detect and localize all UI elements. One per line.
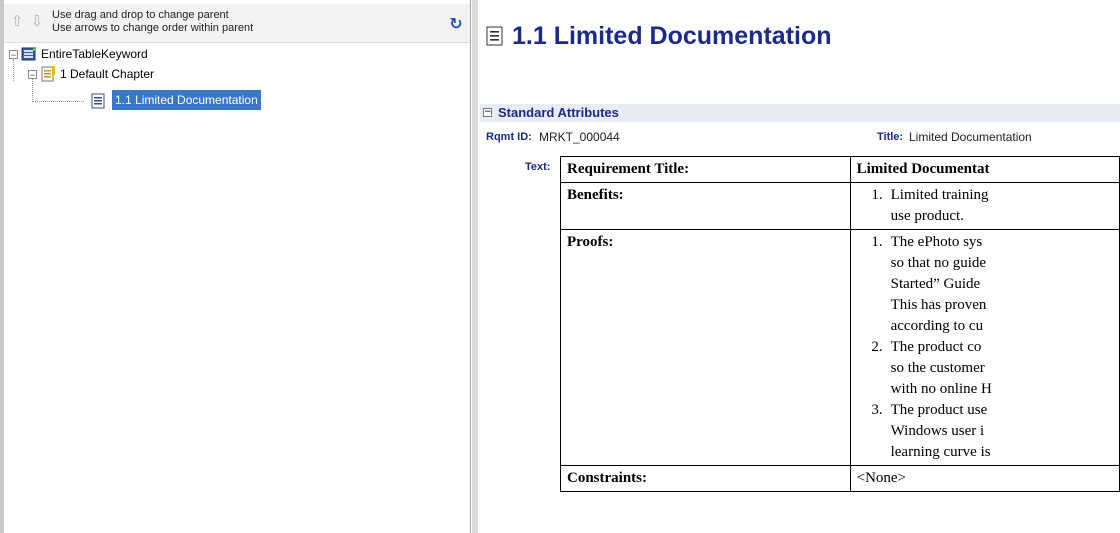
list-item-number: 1. (871, 234, 883, 250)
title-value: Limited Documentation (909, 130, 1032, 144)
table-cell-value: 1. Limited training use product. (849, 182, 1120, 230)
table-row: Requirement Title: Limited Documentat (560, 156, 1120, 183)
list-item: 3. The product use Windows user i learni… (857, 400, 1113, 463)
collapse-chapter-toggle[interactable]: − (28, 70, 37, 80)
list-item-number: 1. (871, 187, 883, 203)
list-item: 1. The ePhoto sys so that no guide Start… (857, 232, 1113, 337)
list-item-line: according to cu (890, 318, 984, 334)
tree-node-requirement-label: 1.1 Limited Documentation (112, 90, 261, 110)
page-title: 1.1 Limited Documentation (486, 22, 831, 51)
move-up-button[interactable]: ⇧ (8, 12, 26, 30)
chapter-icon (40, 66, 56, 82)
list-item-number: 3. (871, 402, 883, 418)
tree-node-chapter-label: 1 Default Chapter (60, 67, 155, 81)
rqmt-id-label: Rqmt ID: (486, 131, 532, 143)
table-keyword-icon (21, 46, 37, 62)
page-title-text: 1.1 Limited Documentation (512, 22, 832, 50)
list-item-line: Limited training (890, 187, 989, 203)
tree-node-chapter[interactable]: − 1 Default Chapter (4, 64, 304, 84)
document-pane: 1.1 Limited Documentation − Standard Att… (472, 0, 1120, 533)
rqmt-id-value: MRKT_000044 (539, 130, 620, 144)
list-item-line: learning curve is (890, 444, 991, 460)
section-title: Standard Attributes (498, 105, 619, 120)
list-item: 1. Limited training use product. (857, 185, 1113, 227)
arrows-hint: Use arrows to change order within parent (52, 22, 254, 34)
collapse-root-toggle[interactable]: − (9, 50, 18, 60)
requirements-tree: − EntireTableKeyword − 1 Default Chapter… (4, 42, 470, 522)
list-item-number: 2. (871, 339, 883, 355)
document-icon (90, 93, 106, 109)
pane-splitter[interactable] (472, 0, 478, 533)
list-item-line: The product co (890, 339, 982, 355)
title-label: Title: (877, 131, 904, 143)
table-row: Constraints: <None> (560, 465, 1120, 492)
list-item-line: so the customer (890, 360, 985, 376)
list-item-line: The ePhoto sys (890, 234, 983, 250)
table-row: Benefits: 1. Limited training use produc… (560, 182, 1120, 230)
tree-node-requirement[interactable]: 1.1 Limited Documentation (4, 90, 304, 111)
table-cell-key: Requirement Title: (560, 156, 851, 183)
standard-attributes-section[interactable]: − Standard Attributes (480, 104, 1120, 122)
list-item: 2. The product co so the customer with n… (857, 337, 1113, 400)
table-cell-value: 1. The ePhoto sys so that no guide Start… (849, 229, 1120, 466)
tree-node-root-label: EntireTableKeyword (41, 47, 148, 61)
table-cell-value: <None> (849, 465, 1120, 492)
document-icon (486, 24, 504, 46)
list-item-line: This has proven (890, 297, 987, 313)
tree-node-root[interactable]: − EntireTableKeyword (4, 44, 304, 64)
requirement-text-table: Requirement Title: Limited Documentat Be… (560, 156, 1120, 492)
move-down-button[interactable]: ⇩ (28, 12, 46, 30)
tree-pane: ⇧ ⇩ Use drag and drop to change parent U… (0, 0, 471, 533)
table-row: Proofs: 1. The ePhoto sys so that no gui… (560, 229, 1120, 466)
refresh-button[interactable]: ↻ (446, 14, 466, 34)
tree-toolbar: ⇧ ⇩ Use drag and drop to change parent U… (4, 4, 470, 43)
list-item-line: so that no guide (890, 255, 987, 271)
drag-drop-hint: Use drag and drop to change parent (52, 9, 229, 21)
text-label: Text: (525, 161, 551, 173)
table-cell-value: Limited Documentat (849, 156, 1120, 183)
list-item-line: with no online H (890, 381, 992, 397)
table-cell-key: Constraints: (560, 465, 851, 492)
collapse-section-toggle[interactable]: − (483, 108, 492, 117)
list-item-line: Windows user i (890, 423, 985, 439)
table-cell-key: Benefits: (560, 182, 851, 230)
table-cell-key: Proofs: (560, 229, 851, 466)
list-item-line: Started” Guide (890, 276, 981, 292)
list-item-line: use product. (890, 208, 964, 224)
list-item-line: The product use (890, 402, 988, 418)
